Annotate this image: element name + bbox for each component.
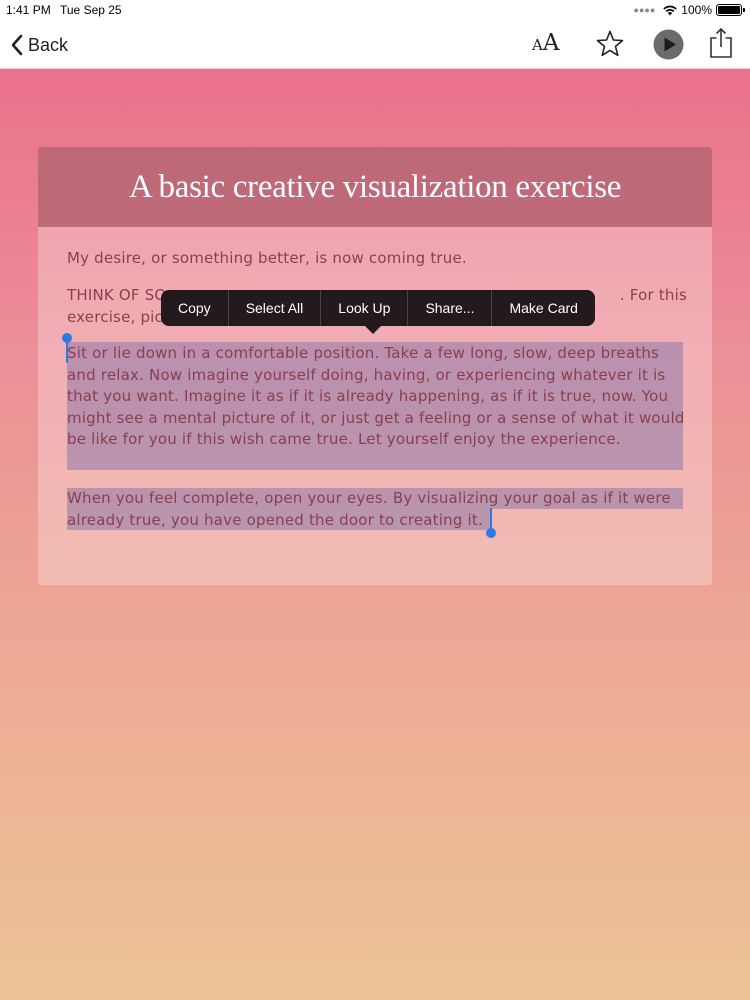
menu-share[interactable]: Share... — [408, 290, 493, 326]
selection-start-handle[interactable] — [66, 341, 68, 363]
menu-copy[interactable]: Copy — [161, 290, 229, 326]
battery-icon — [716, 4, 745, 16]
star-icon[interactable] — [595, 29, 625, 59]
card-header: A basic creative visualization exercise — [38, 147, 712, 227]
menu-select-all[interactable]: Select All — [229, 290, 322, 326]
status-time: 1:41 PM — [6, 3, 51, 17]
selection-end-handle[interactable] — [490, 508, 492, 530]
nav-bar: Back AA — [0, 20, 750, 69]
chevron-left-icon — [11, 34, 23, 56]
status-right: ●●●● 100% — [633, 3, 745, 17]
context-menu: Copy Select All Look Up Share... Make Ca… — [161, 290, 595, 334]
wifi-icon — [663, 5, 677, 15]
selection-end-handle-knob[interactable] — [486, 528, 496, 538]
article-card: A basic creative visualization exercise … — [38, 147, 712, 585]
back-button[interactable]: Back — [10, 31, 68, 59]
selection-start-handle-knob[interactable] — [62, 333, 72, 343]
font-size-icon[interactable]: AA — [532, 30, 559, 56]
play-icon[interactable] — [653, 29, 684, 60]
menu-make-card[interactable]: Make Card — [492, 290, 594, 326]
status-date: Tue Sep 25 — [60, 3, 122, 17]
signal-dots-icon: ●●●● — [633, 5, 656, 15]
menu-look-up[interactable]: Look Up — [321, 290, 409, 326]
battery-percent: 100% — [681, 3, 712, 17]
paragraph-1[interactable]: My desire, or something better, is now c… — [67, 248, 687, 270]
share-icon[interactable] — [708, 27, 734, 59]
paragraph-4-selected[interactable]: When you feel complete, open your eyes. … — [67, 488, 687, 531]
back-label: Back — [28, 34, 69, 55]
status-bar: 1:41 PM Tue Sep 25 ●●●● 100% — [0, 0, 750, 20]
card-title: A basic creative visualization exercise — [128, 169, 622, 205]
paragraph-3-selected[interactable]: Sit or lie down in a comfortable positio… — [67, 343, 687, 451]
